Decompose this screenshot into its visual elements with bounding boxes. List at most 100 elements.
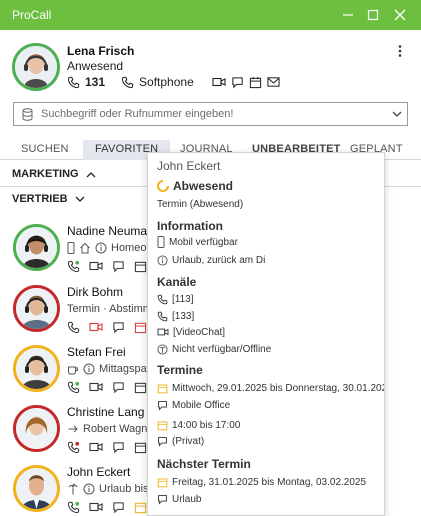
contact-actions — [67, 380, 147, 394]
more-options-icon[interactable] — [396, 44, 404, 58]
calendar-icon[interactable] — [134, 260, 147, 273]
popup-appt-location-text: Mobile Office — [172, 399, 231, 411]
mail-icon[interactable] — [267, 76, 280, 88]
phone-icon[interactable] — [67, 260, 80, 273]
contact-name: Dirk Bohm — [67, 285, 124, 299]
softphone-label[interactable]: Softphone — [139, 75, 194, 89]
calendar-icon[interactable] — [134, 321, 147, 334]
popup-next-heading: Nächster Termin — [157, 457, 251, 471]
maximize-button[interactable] — [358, 0, 388, 30]
avatar[interactable] — [13, 285, 60, 332]
user-name: Lena Frisch — [67, 44, 135, 58]
mobile-icon — [67, 242, 75, 254]
popup-appt-time: 14:00 bis 17:00 — [157, 418, 240, 432]
title-bar: ProCall — [0, 0, 421, 30]
popup-mobile-text: Mobil verfügbar — [169, 236, 238, 248]
popup-channel-2-text: [133] — [172, 310, 195, 322]
info-icon — [83, 363, 95, 375]
popup-appointments-heading: Termine — [157, 363, 203, 377]
contact-name: John Eckert — [67, 465, 131, 479]
tab-suchen[interactable]: SUCHEN — [21, 143, 69, 155]
user-presence-status[interactable]: Anwesend — [67, 59, 123, 73]
contact-actions — [67, 320, 147, 334]
video-icon[interactable] — [89, 441, 103, 453]
popup-contact-name: John Eckert — [157, 159, 221, 173]
softphone-icon — [121, 76, 134, 89]
video-icon[interactable] — [89, 381, 103, 393]
calendar-icon[interactable] — [134, 501, 147, 514]
app-title: ProCall — [12, 8, 52, 22]
popup-vacation-text: Urlaub, zurück am Di — [172, 254, 266, 266]
contact-status-text: Urlaub bis — [99, 483, 149, 495]
video-icon[interactable] — [212, 76, 226, 88]
calendar-icon[interactable] — [134, 381, 147, 394]
popup-channel-1[interactable]: [113] — [157, 292, 194, 306]
chat-icon[interactable] — [112, 501, 125, 514]
chat-icon[interactable] — [112, 321, 125, 334]
avatar[interactable] — [13, 405, 60, 452]
popup-appt-range: Mittwoch, 29.01.2025 bis Donnerstag, 30.… — [157, 381, 385, 395]
group-marketing[interactable]: MARKETING — [12, 168, 96, 180]
calendar-icon[interactable] — [249, 76, 262, 89]
popup-channel-offline-text: Nicht verfügbar/Offline — [172, 343, 272, 355]
contact-status: Robert Wagner — [67, 422, 157, 436]
cup-icon — [67, 363, 79, 375]
popup-next-range: Freitag, 31.01.2025 bis Montag, 03.02.20… — [157, 475, 366, 489]
video-icon[interactable] — [89, 501, 103, 513]
user-avatar[interactable] — [12, 43, 60, 91]
chevron-down-icon — [75, 196, 85, 203]
avatar[interactable] — [13, 465, 60, 512]
chat-icon[interactable] — [112, 381, 125, 394]
popup-appt-location: Mobile Office — [157, 398, 230, 412]
phone-icon[interactable] — [67, 321, 80, 334]
popup-channel-2[interactable]: [133] — [157, 309, 194, 323]
popup-channel-1-text: [113] — [172, 293, 194, 305]
popup-channel-video[interactable]: [VideoChat] — [157, 325, 225, 339]
chat-icon — [157, 494, 168, 505]
popup-appt-private: (Privat) — [157, 434, 204, 448]
video-icon — [157, 327, 169, 337]
contact-actions — [67, 259, 147, 273]
search-field[interactable]: Suchbegriff oder Rufnummer eingeben! — [13, 102, 408, 126]
chat-icon[interactable] — [112, 260, 125, 273]
away-status-icon — [157, 180, 169, 192]
popup-presence: Abwesend — [157, 179, 233, 193]
chat-icon — [157, 436, 168, 447]
chevron-down-icon[interactable] — [392, 111, 402, 118]
popup-presence-detail-text: Termin (Abwesend) — [157, 198, 244, 210]
info-icon — [95, 242, 107, 254]
video-icon[interactable] — [89, 321, 103, 333]
palm-tree-icon — [67, 483, 79, 495]
avatar[interactable] — [13, 224, 60, 271]
contact-name: Christine Lang — [67, 405, 145, 419]
popup-channel-offline: Nicht verfügbar/Offline — [157, 342, 271, 356]
calendar-icon — [157, 477, 168, 488]
popup-next-range-text: Freitag, 31.01.2025 bis Montag, 03.02.20… — [172, 476, 367, 488]
popup-appt-time-text: 14:00 bis 17:00 — [172, 419, 241, 431]
popup-info-heading: Information — [157, 219, 223, 233]
chat-icon[interactable] — [112, 441, 125, 454]
phone-icon — [157, 311, 168, 322]
video-icon[interactable] — [89, 260, 103, 272]
popup-appt-range-text: Mittwoch, 29.01.2025 bis Donnerstag, 30.… — [172, 382, 385, 394]
phone-icon — [157, 294, 168, 305]
avatar[interactable] — [13, 345, 60, 392]
group-vertrieb[interactable]: VERTRIEB — [12, 193, 85, 205]
database-icon — [22, 108, 33, 121]
user-line-row: 131 Softphone — [67, 74, 280, 90]
info-icon — [83, 483, 95, 495]
info-icon — [157, 254, 168, 266]
mobile-icon — [157, 236, 165, 248]
contact-actions — [67, 440, 147, 454]
phone-icon[interactable] — [67, 441, 80, 454]
phone-icon[interactable] — [67, 381, 80, 394]
chat-icon[interactable] — [231, 76, 244, 89]
search-placeholder: Suchbegriff oder Rufnummer eingeben! — [41, 108, 234, 120]
user-header: Lena Frisch Anwesend 131 Softphone — [0, 30, 421, 92]
calendar-icon[interactable] — [134, 441, 147, 454]
phone-icon[interactable] — [67, 501, 80, 514]
close-button[interactable] — [385, 0, 415, 30]
user-extension[interactable]: 131 — [85, 75, 105, 89]
popup-presence-detail: Termin (Abwesend) — [157, 197, 243, 211]
calendar-icon — [157, 383, 168, 394]
